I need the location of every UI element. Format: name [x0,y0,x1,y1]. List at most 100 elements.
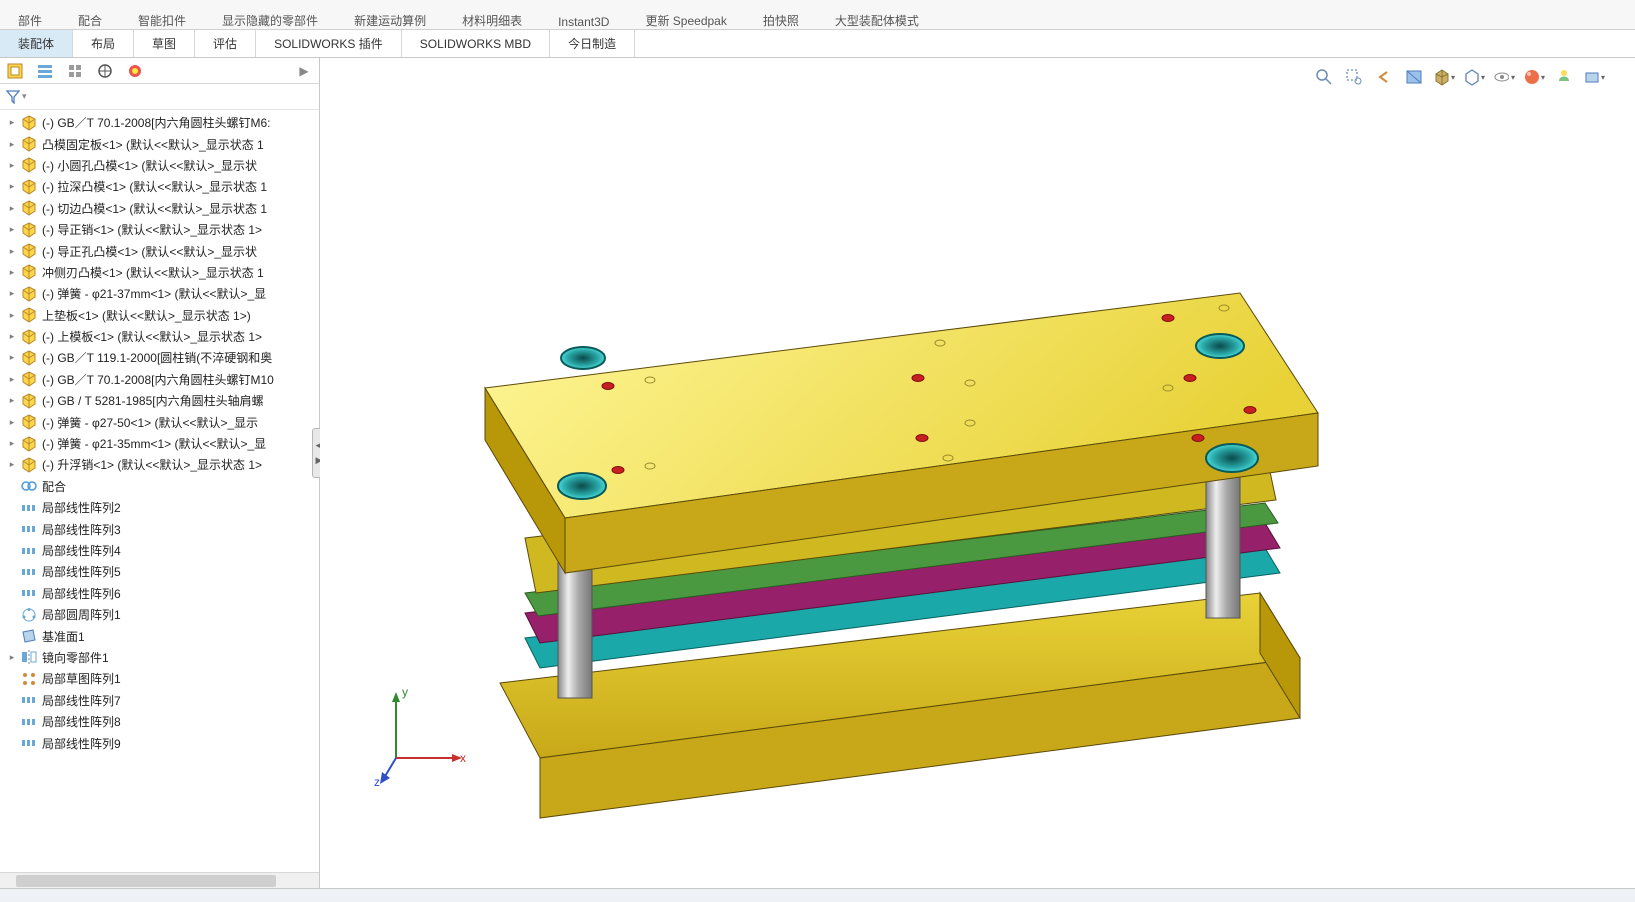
tab-today[interactable]: 今日制造 [550,30,635,57]
display-manager-tab-icon[interactable] [126,62,144,80]
part-icon [20,242,38,260]
ribbon-group[interactable]: 配合 [60,0,120,29]
sidebar-tab-strip: ▶ [0,58,319,84]
expand-caret-icon[interactable]: ▸ [6,459,18,470]
tree-item[interactable]: ▸凸模固定板<1> (默认<<默认>_显示状态 1 [2,133,319,154]
expand-caret-icon[interactable]: ▸ [6,374,18,385]
expand-caret-icon[interactable]: ▸ [6,117,18,128]
tree-item[interactable]: ▸(-) 弹簧 - φ27-50<1> (默认<<默认>_显示 [2,411,319,432]
expand-caret-icon[interactable]: ▸ [6,203,18,214]
tree-item[interactable]: 局部线性阵列7 [2,690,319,711]
tree-item[interactable]: 局部草图阵列1 [2,668,319,689]
svg-text:z: z [374,775,380,788]
dimxpert-tab-icon[interactable] [96,62,114,80]
expand-caret-icon[interactable]: ▸ [6,224,18,235]
tree-item[interactable]: ▸镜向零部件1 [2,647,319,668]
tree-item[interactable]: 基准面1 [2,625,319,646]
expand-caret-icon[interactable]: ▸ [6,438,18,449]
tree-item-label: (-) 拉深凸模<1> (默认<<默认>_显示状态 1 [42,178,267,195]
part-icon [20,221,38,239]
expand-panel-icon[interactable]: ▶ [295,62,313,80]
ribbon-group[interactable]: 新建运动算例 [336,0,444,29]
ribbon: 部件 配合 智能扣件 显示隐藏的零部件 新建运动算例 材料明细表 Instant… [0,0,1635,30]
tree-item[interactable]: 局部线性阵列4 [2,540,319,561]
tree-h-scrollbar[interactable] [0,872,319,888]
expand-caret-icon[interactable]: ▸ [6,331,18,342]
tree-item-label: 局部线性阵列9 [42,735,121,752]
tree-item-label: 局部线性阵列4 [42,542,121,559]
expand-caret-icon[interactable]: ▸ [6,181,18,192]
tree-item[interactable]: ▸(-) 弹簧 - φ21-37mm<1> (默认<<默认>_显 [2,283,319,304]
filter-dropdown-icon[interactable]: ▾ [22,91,27,102]
part-icon [20,156,38,174]
ribbon-group[interactable]: Instant3D [540,0,627,29]
expand-caret-icon[interactable]: ▸ [6,139,18,150]
pattern-icon [20,691,38,709]
tree-item[interactable]: ▸(-) GB／T 70.1-2008[内六角圆柱头螺钉M6: [2,112,319,133]
expand-caret-icon[interactable]: ▸ [6,246,18,257]
circpat-icon [20,606,38,624]
expand-caret-icon[interactable]: ▸ [6,395,18,406]
config-manager-tab-icon[interactable] [66,62,84,80]
expand-caret-icon[interactable]: ▸ [6,288,18,299]
tree-item[interactable]: ▸(-) GB / T 5281-1985[内六角圆柱头轴肩螺 [2,390,319,411]
ribbon-group[interactable]: 大型装配体模式 [817,0,937,29]
tree-item[interactable]: 局部线性阵列2 [2,497,319,518]
tab-sw-addins[interactable]: SOLIDWORKS 插件 [256,30,402,57]
tab-sketch[interactable]: 草图 [134,30,195,57]
property-manager-tab-icon[interactable] [36,62,54,80]
tree-item[interactable]: ▸(-) 小圆孔凸模<1> (默认<<默认>_显示状 [2,155,319,176]
tree-item[interactable]: ▸(-) 升浮销<1> (默认<<默认>_显示状态 1> [2,454,319,475]
tree-item-label: 配合 [42,478,66,495]
tree-item[interactable]: ▸(-) GB／T 119.1-2000[圆柱销(不淬硬钢和奥 [2,347,319,368]
tree-item[interactable]: ▸(-) 导正孔凸模<1> (默认<<默认>_显示状 [2,240,319,261]
tree-item-label: 局部线性阵列6 [42,585,121,602]
tree-item[interactable]: ▸(-) 弹簧 - φ21-35mm<1> (默认<<默认>_显 [2,433,319,454]
pattern-icon [20,713,38,731]
part-icon [20,178,38,196]
ribbon-group[interactable]: 拍快照 [745,0,817,29]
feature-tree[interactable]: ▸(-) GB／T 70.1-2008[内六角圆柱头螺钉M6:▸凸模固定板<1>… [0,110,319,872]
expand-caret-icon[interactable]: ▸ [6,417,18,428]
orientation-triad[interactable]: y x z [356,668,476,788]
tree-item-label: 局部线性阵列8 [42,713,121,730]
hscroll-thumb[interactable] [16,875,276,887]
tab-assembly[interactable]: 装配体 [0,30,73,57]
part-icon [20,413,38,431]
tab-layout[interactable]: 布局 [73,30,134,57]
ribbon-group[interactable]: 部件 [0,0,60,29]
svg-text:y: y [402,685,408,699]
tree-item[interactable]: 局部线性阵列8 [2,711,319,732]
mates-icon [20,477,38,495]
ribbon-group[interactable]: 材料明细表 [444,0,540,29]
tree-item[interactable]: ▸(-) 切边凸模<1> (默认<<默认>_显示状态 1 [2,198,319,219]
tree-item[interactable]: 局部线性阵列3 [2,518,319,539]
filter-icon[interactable] [6,90,20,104]
tree-item[interactable]: 局部线性阵列5 [2,561,319,582]
tab-sw-mbd[interactable]: SOLIDWORKS MBD [402,30,550,57]
tab-evaluate[interactable]: 评估 [195,30,256,57]
tree-item[interactable]: 配合 [2,476,319,497]
tree-item[interactable]: ▸(-) 导正销<1> (默认<<默认>_显示状态 1> [2,219,319,240]
expand-caret-icon[interactable]: ▸ [6,352,18,363]
tree-item[interactable]: ▸(-) GB／T 70.1-2008[内六角圆柱头螺钉M10 [2,369,319,390]
expand-caret-icon[interactable]: ▸ [6,267,18,278]
tree-item[interactable]: 局部线性阵列6 [2,583,319,604]
tree-item[interactable]: 局部圆周阵列1 [2,604,319,625]
ribbon-group[interactable]: 智能扣件 [120,0,204,29]
ribbon-group[interactable]: 显示隐藏的零部件 [204,0,336,29]
expand-caret-icon[interactable]: ▸ [6,310,18,321]
ribbon-group[interactable]: 更新 Speedpak [627,0,744,29]
expand-caret-icon[interactable]: ▸ [6,160,18,171]
tree-item[interactable]: ▸冲侧刃凸模<1> (默认<<默认>_显示状态 1 [2,262,319,283]
expand-caret-icon[interactable]: ▸ [6,652,18,663]
tree-item[interactable]: ▸(-) 上模板<1> (默认<<默认>_显示状态 1> [2,326,319,347]
tree-item[interactable]: 局部线性阵列9 [2,732,319,753]
part-icon [20,349,38,367]
part-icon [20,392,38,410]
tree-item[interactable]: ▸上垫板<1> (默认<<默认>_显示状态 1>) [2,305,319,326]
feature-manager-panel: ▶ ▾ ▸(-) GB／T 70.1-2008[内六角圆柱头螺钉M6:▸凸模固定… [0,58,320,888]
tree-item[interactable]: ▸ (-) 拉深凸模<1> (默认<<默认>_显示状态 1 [2,176,319,197]
graphics-viewport[interactable]: ▾ ▾ ▾ ▾ ▾ [320,58,1635,888]
feature-tree-tab-icon[interactable] [6,62,24,80]
